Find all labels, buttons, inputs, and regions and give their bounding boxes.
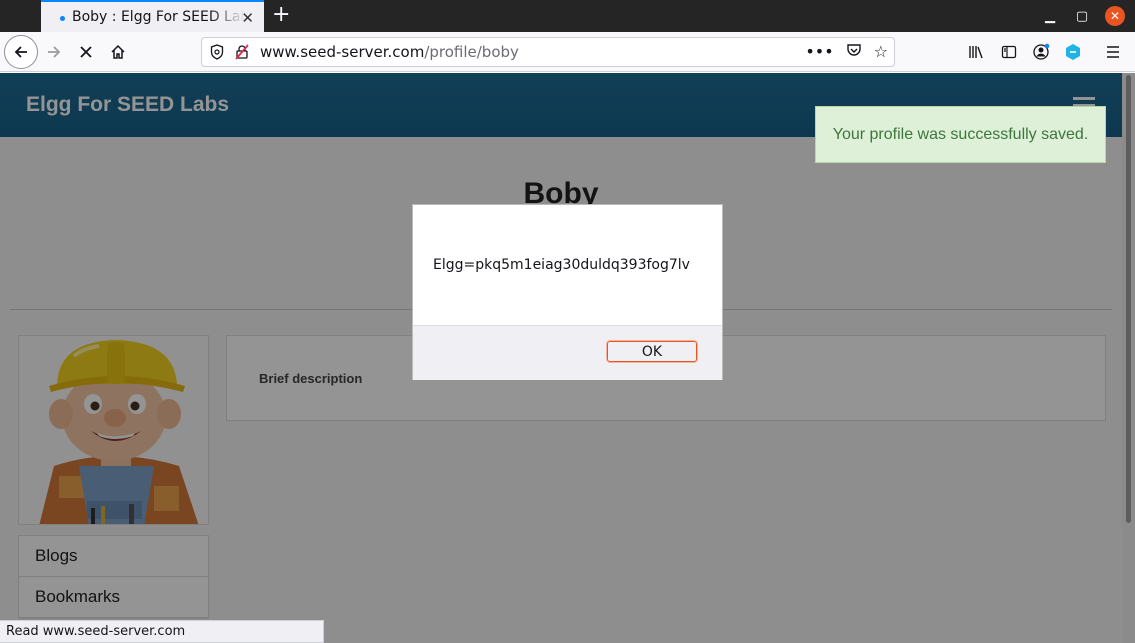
bookmark-star-icon[interactable]: ☆ [874, 42, 888, 62]
shield-icon[interactable] [210, 44, 224, 60]
navigation-toolbar: www.seed-server.com/profile/boby ••• ☆ [0, 32, 1135, 72]
window-close-button[interactable]: ✕ [1105, 6, 1125, 26]
alert-footer: OK [413, 325, 722, 380]
url-host: www.seed-server.com [260, 43, 425, 61]
address-bar[interactable]: www.seed-server.com/profile/boby ••• ☆ [201, 37, 895, 67]
page-viewport: Elgg For SEED Labs Boby Blogs Bookmarks … [0, 73, 1135, 643]
account-icon[interactable] [1033, 36, 1051, 68]
hamburger-menu-icon[interactable] [1105, 36, 1121, 68]
stop-icon [80, 46, 92, 58]
browser-tab[interactable]: Boby : Elgg For SEED Labs ✕ [41, 0, 264, 32]
back-button[interactable] [4, 35, 38, 69]
stop-button[interactable] [70, 36, 102, 68]
maximize-button[interactable]: ▢ [1075, 0, 1089, 32]
insecure-lock-icon[interactable] [234, 44, 250, 60]
library-icon[interactable] [968, 36, 984, 68]
success-message[interactable]: Your profile was successfully saved. [815, 106, 1106, 163]
new-tab-button[interactable]: + [272, 3, 290, 27]
tab-strip: Boby : Elgg For SEED Labs ✕ + ▁ ▢ ✕ [0, 0, 1135, 32]
home-button[interactable] [102, 36, 134, 68]
ok-button[interactable]: OK [606, 340, 698, 363]
extension-icon[interactable] [1064, 36, 1082, 68]
sidebar-icon[interactable] [1001, 36, 1017, 68]
tab-title: Boby : Elgg For SEED Labs [72, 9, 244, 25]
forward-button[interactable] [38, 36, 70, 68]
tab-close-icon[interactable]: ✕ [241, 9, 254, 27]
url-path: /profile/boby [424, 43, 519, 61]
alert-message: Elgg=pkq5m1eiag30duldq393fog7lv [433, 257, 690, 273]
status-bar: Read www.seed-server.com [0, 620, 324, 643]
page-actions-icon[interactable]: ••• [805, 42, 833, 62]
pocket-icon[interactable] [846, 42, 862, 62]
arrow-right-icon [48, 46, 61, 58]
loading-indicator [60, 16, 65, 21]
minimize-button[interactable]: ▁ [1043, 0, 1057, 32]
url-text[interactable]: www.seed-server.com/profile/boby [260, 43, 519, 61]
alert-dialog: Elgg=pkq5m1eiag30duldq393fog7lv OK [412, 204, 723, 380]
home-icon [111, 44, 125, 59]
arrow-left-icon [14, 46, 27, 58]
